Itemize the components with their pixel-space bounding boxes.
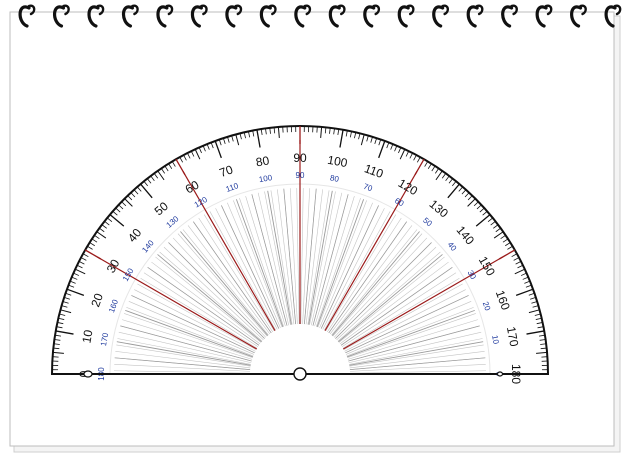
left-baseline-hole (83, 370, 93, 378)
outer-scale-label: 10 (79, 328, 95, 344)
outer-scale-label: 90 (293, 151, 307, 165)
protractor-page: 0102030405060708090100110120130140150160… (9, 4, 622, 453)
outer-scale-label: 80 (255, 153, 271, 169)
inner-scale-label: 90 (296, 171, 305, 180)
right-baseline-hole (496, 371, 504, 377)
center-mark (293, 367, 307, 381)
